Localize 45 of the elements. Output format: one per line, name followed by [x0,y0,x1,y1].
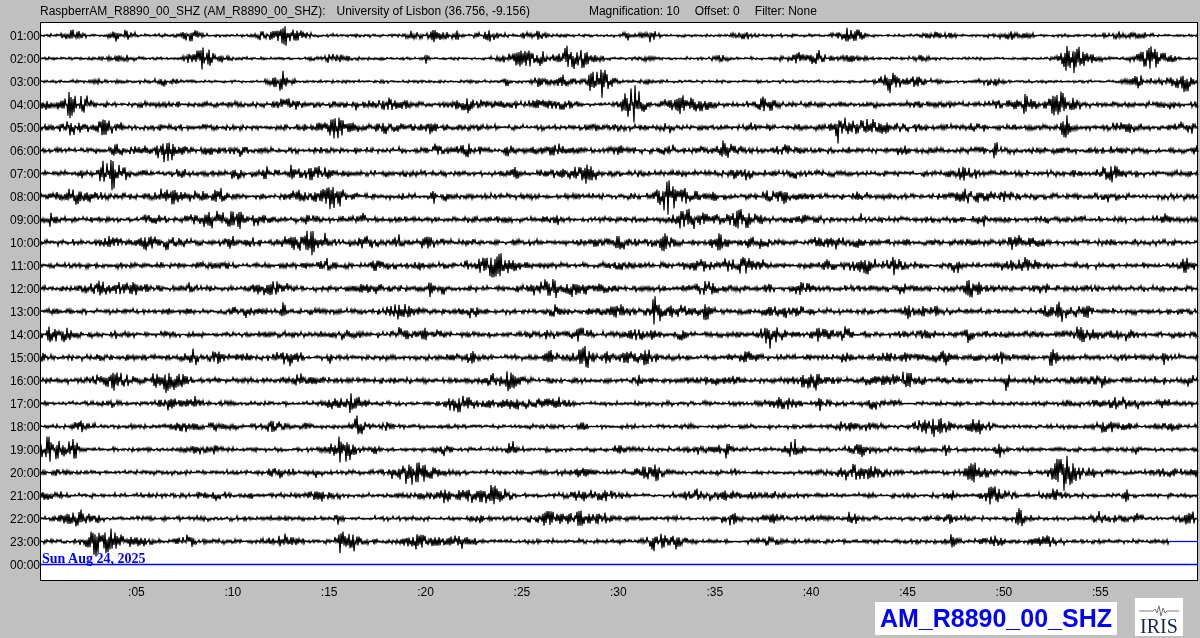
hour-label: 23:00 [9,535,40,548]
pending-line [1168,540,1199,543]
hour-label: 02:00 [9,52,40,65]
station-title: RaspberrAM_R8890_00_SHZ (AM_R8890_00_SHZ): [40,3,326,20]
magnification-text: Magnification: 10 [588,3,680,20]
hour-label: 13:00 [9,305,40,318]
hour-label: 21:00 [9,489,40,502]
hour-label: 06:00 [9,144,40,157]
logo-text: IRIS [1140,616,1178,636]
minute-label: :40 [802,586,820,598]
minute-label: :15 [320,586,338,598]
minute-label: :50 [995,586,1013,598]
hour-label: 00:00 [9,558,40,571]
hour-label: 17:00 [9,397,40,410]
minute-label: :55 [1091,586,1109,598]
minute-label: :30 [610,586,627,598]
station-label: AM_R8890_00_SHZ [874,602,1117,635]
hour-label: 04:00 [9,98,40,111]
hour-label: 07:00 [9,167,40,180]
minute-label: :05 [128,586,145,598]
hour-label: 19:00 [9,443,40,456]
hour-label: 05:00 [9,121,40,134]
filter-text: Filter: None [754,3,817,20]
hour-label: 10:00 [9,236,40,249]
hour-label: 18:00 [9,420,40,433]
minute-label: :25 [513,586,531,598]
hour-label: 14:00 [9,328,40,341]
hour-label: 15:00 [9,351,40,364]
hour-label: 16:00 [9,374,40,387]
hour-label: 12:00 [9,282,40,295]
minute-label: :45 [899,586,916,598]
hour-label: 22:00 [9,512,40,525]
waveform-icon [1139,606,1179,616]
location-text: University of Lisbon (36.756, -9.156) [336,3,530,20]
hour-label: 08:00 [9,190,40,203]
date-text: Sun Aug 24, 2025 [42,552,146,566]
hour-label: 03:00 [9,75,40,88]
hour-label: 09:00 [9,213,40,226]
hour-label: 11:00 [10,259,40,272]
offset-text: Offset: 0 [694,3,740,20]
minute-label: :20 [417,586,434,598]
hour-label: 20:00 [9,466,40,479]
hour-label: 01:00 [9,29,40,42]
minute-label: :35 [706,586,724,598]
minute-label: :10 [224,586,242,598]
